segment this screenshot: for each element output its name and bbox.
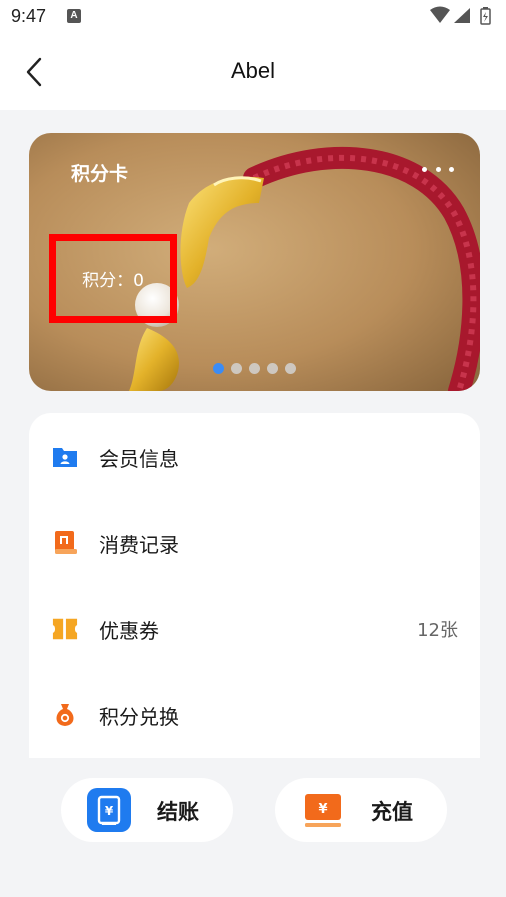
- points-balance: 积分：0: [82, 271, 144, 291]
- more-dot-icon: [422, 166, 427, 172]
- signal-icon: [454, 8, 470, 23]
- menu-item-consumption-records[interactable]: 消费记录: [29, 513, 480, 573]
- coupon-count: 12张: [417, 620, 458, 641]
- battery-icon: [480, 7, 491, 25]
- menu-item-coupons[interactable]: 优惠券 12张: [29, 599, 480, 659]
- carousel-dot[interactable]: [249, 363, 260, 374]
- member-card-icon: [52, 444, 78, 470]
- carousel-dot[interactable]: [267, 363, 278, 374]
- points-card[interactable]: 积分卡 积分：0: [29, 133, 480, 391]
- menu-item-member-info[interactable]: 会员信息: [29, 427, 480, 487]
- more-dot-icon: [435, 166, 441, 172]
- menu-list: 会员信息 消费记录 优惠券 12张 积分兑换: [29, 413, 480, 758]
- svg-text:¥: ¥: [105, 804, 114, 818]
- carousel-dot[interactable]: [213, 363, 224, 374]
- carousel-dot[interactable]: [231, 363, 242, 374]
- menu-item-label: 消费记录: [99, 532, 179, 557]
- notification-icon: A: [67, 9, 81, 23]
- carousel-indicator: [213, 363, 296, 374]
- more-options-button[interactable]: [422, 157, 454, 181]
- menu-item-label: 优惠券: [99, 618, 159, 643]
- page-title: Abel: [230, 58, 276, 83]
- menu-item-points-exchange[interactable]: 积分兑换: [29, 685, 480, 745]
- recharge-button[interactable]: ¥ 充值: [275, 778, 447, 842]
- svg-text:¥: ¥: [318, 802, 327, 817]
- card-title: 积分卡: [71, 163, 129, 185]
- coupon-icon: [52, 616, 78, 642]
- wifi-icon: [430, 6, 450, 23]
- points-highlight-box: 积分：0: [49, 234, 177, 323]
- status-icons: [430, 6, 491, 25]
- receipt-icon: [52, 530, 78, 556]
- checkout-button[interactable]: ¥ 结账: [61, 778, 233, 842]
- checkout-label: 结账: [157, 800, 199, 824]
- checkout-icon: ¥: [87, 788, 131, 832]
- carousel-dot[interactable]: [285, 363, 296, 374]
- app-header: Abel: [0, 34, 506, 110]
- recharge-label: 充值: [371, 800, 413, 824]
- menu-item-label: 会员信息: [99, 446, 179, 471]
- status-bar: 9:47 A: [0, 0, 506, 34]
- recharge-icon: ¥: [301, 788, 345, 832]
- more-dot-icon: [449, 166, 454, 172]
- menu-item-label: 积分兑换: [99, 704, 179, 729]
- money-bag-icon: [52, 702, 78, 728]
- status-time: 9:47: [11, 6, 47, 26]
